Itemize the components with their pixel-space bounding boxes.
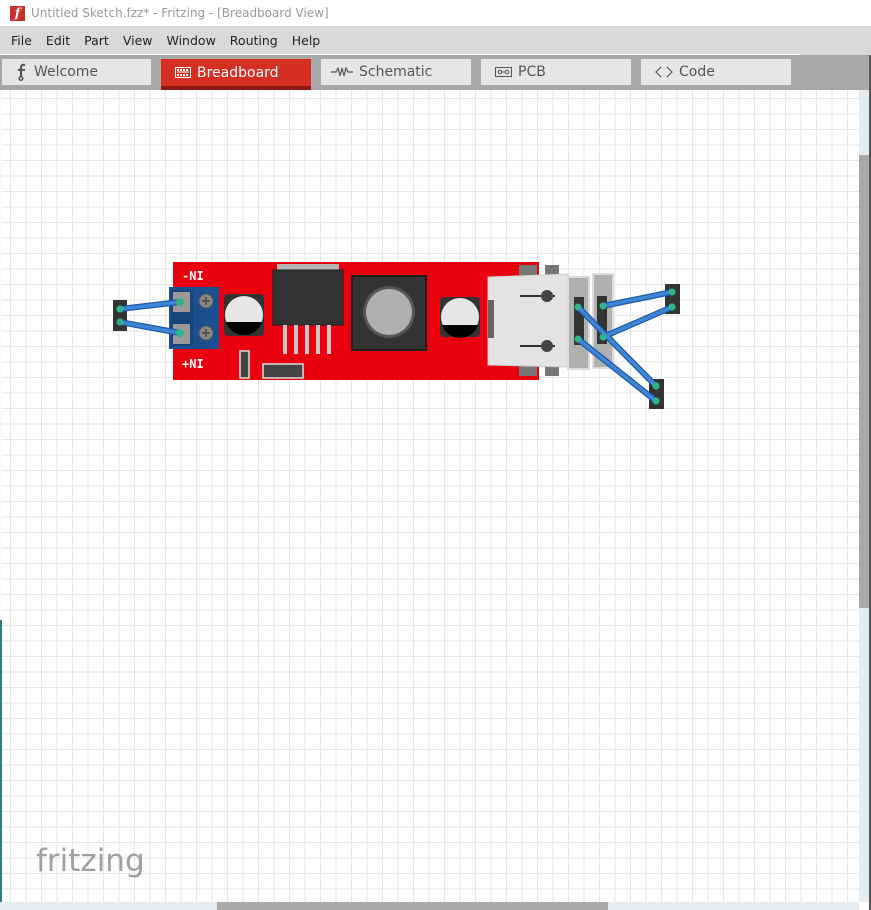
horizontal-scrollbar[interactable] [0, 902, 859, 910]
screw-terminal [169, 287, 219, 349]
smd-diode [262, 363, 304, 379]
vertical-scrollbar-thumb[interactable] [859, 155, 869, 608]
board-label-top: -NI [182, 269, 204, 283]
board-label-bottom: +NI [182, 357, 204, 371]
smd-resistor [239, 350, 250, 379]
inductor [351, 275, 427, 351]
capacitor-2 [440, 297, 480, 338]
buck-converter-module[interactable]: -NI +NI [169, 262, 614, 380]
horizontal-scrollbar-thumb[interactable] [217, 902, 608, 910]
fritzing-logo: fritzing [36, 843, 145, 879]
capacitor-1 [224, 294, 264, 336]
header-left[interactable] [113, 300, 127, 331]
circuit-drawing: -NI +NI [113, 262, 680, 409]
